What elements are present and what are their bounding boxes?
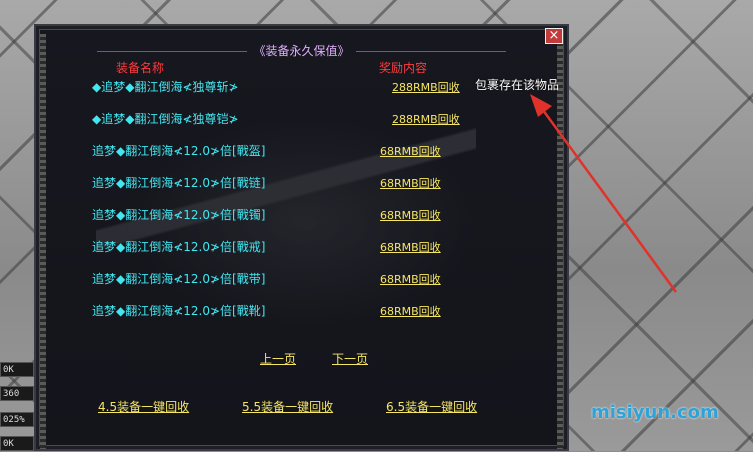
annotation-arrow-icon [530,94,678,293]
site-watermark: misiyun.com [591,402,719,423]
